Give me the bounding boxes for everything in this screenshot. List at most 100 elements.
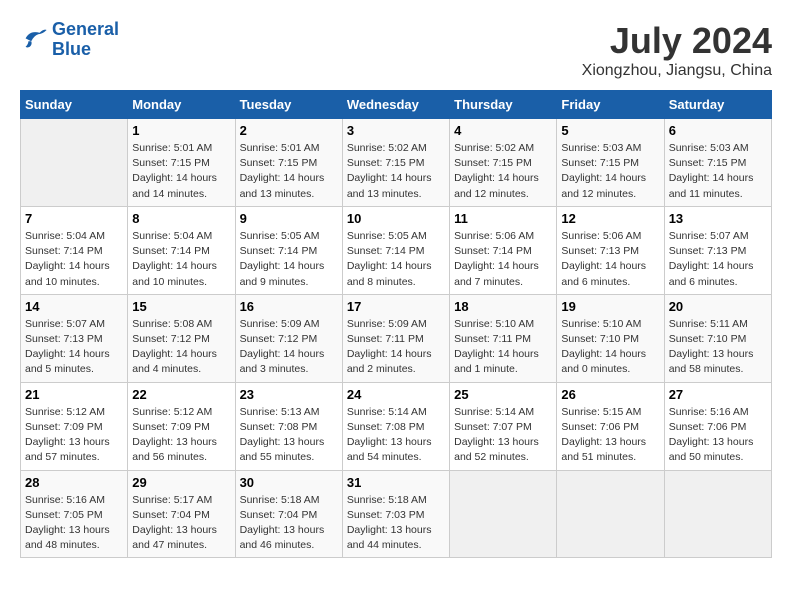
logo-general: General xyxy=(52,19,119,39)
day-info: Sunrise: 5:11 AMSunset: 7:10 PMDaylight:… xyxy=(669,317,767,378)
column-header-sunday: Sunday xyxy=(21,91,128,119)
column-header-saturday: Saturday xyxy=(664,91,771,119)
day-info: Sunrise: 5:04 AMSunset: 7:14 PMDaylight:… xyxy=(25,229,123,290)
day-cell: 4Sunrise: 5:02 AMSunset: 7:15 PMDaylight… xyxy=(450,119,557,207)
day-cell: 29Sunrise: 5:17 AMSunset: 7:04 PMDayligh… xyxy=(128,470,235,558)
day-info: Sunrise: 5:16 AMSunset: 7:06 PMDaylight:… xyxy=(669,405,767,466)
day-cell: 21Sunrise: 5:12 AMSunset: 7:09 PMDayligh… xyxy=(21,382,128,470)
day-info: Sunrise: 5:09 AMSunset: 7:11 PMDaylight:… xyxy=(347,317,445,378)
day-cell xyxy=(450,470,557,558)
day-number: 28 xyxy=(25,475,123,490)
day-info: Sunrise: 5:05 AMSunset: 7:14 PMDaylight:… xyxy=(240,229,338,290)
day-number: 1 xyxy=(132,123,230,138)
day-number: 16 xyxy=(240,299,338,314)
calendar-body: 1 Sunrise: 5:01 AMSunset: 7:15 PMDaylight… xyxy=(21,119,772,558)
day-cell: 14Sunrise: 5:07 AMSunset: 7:13 PMDayligh… xyxy=(21,294,128,382)
day-cell: 20 Sunrise: 5:11 AMSunset: 7:10 PMDayligh… xyxy=(664,294,771,382)
day-cell xyxy=(21,119,128,207)
day-info: Sunrise: 5:04 AMSunset: 7:14 PMDaylight:… xyxy=(132,229,230,290)
logo-bird-icon xyxy=(20,23,48,51)
day-number: 27 xyxy=(669,387,767,402)
column-header-monday: Monday xyxy=(128,91,235,119)
day-info: Sunrise: 5:18 AMSunset: 7:04 PMDaylight:… xyxy=(240,493,338,554)
day-number: 17 xyxy=(347,299,445,314)
day-number: 5 xyxy=(561,123,659,138)
day-cell: 26 Sunrise: 5:15 AMSunset: 7:06 PMDayligh… xyxy=(557,382,664,470)
day-number: 29 xyxy=(132,475,230,490)
day-number: 7 xyxy=(25,211,123,226)
day-info: Sunrise: 5:18 AMSunset: 7:03 PMDaylight:… xyxy=(347,493,445,554)
day-info: Sunrise: 5:14 AMSunset: 7:08 PMDaylight:… xyxy=(347,405,445,466)
day-cell: 24 Sunrise: 5:14 AMSunset: 7:08 PMDayligh… xyxy=(342,382,449,470)
day-info: Sunrise: 5:16 AMSunset: 7:05 PMDaylight:… xyxy=(25,493,123,554)
day-number: 2 xyxy=(240,123,338,138)
calendar-header: SundayMondayTuesdayWednesdayThursdayFrid… xyxy=(21,91,772,119)
day-info: Sunrise: 5:14 AMSunset: 7:07 PMDaylight:… xyxy=(454,405,552,466)
column-header-thursday: Thursday xyxy=(450,91,557,119)
day-number: 11 xyxy=(454,211,552,226)
day-info: Sunrise: 5:06 AMSunset: 7:14 PMDaylight:… xyxy=(454,229,552,290)
day-number: 4 xyxy=(454,123,552,138)
day-info: Sunrise: 5:05 AMSunset: 7:14 PMDaylight:… xyxy=(347,229,445,290)
logo: General Blue xyxy=(20,20,119,60)
day-number: 20 xyxy=(669,299,767,314)
day-number: 10 xyxy=(347,211,445,226)
day-info: Sunrise: 5:10 AMSunset: 7:10 PMDaylight:… xyxy=(561,317,659,378)
day-cell: 19 Sunrise: 5:10 AMSunset: 7:10 PMDayligh… xyxy=(557,294,664,382)
day-cell: 13 Sunrise: 5:07 AMSunset: 7:13 PMDayligh… xyxy=(664,206,771,294)
day-info: Sunrise: 5:01 AMSunset: 7:15 PMDaylight:… xyxy=(240,141,338,202)
day-number: 8 xyxy=(132,211,230,226)
day-number: 24 xyxy=(347,387,445,402)
day-number: 31 xyxy=(347,475,445,490)
day-info: Sunrise: 5:06 AMSunset: 7:13 PMDaylight:… xyxy=(561,229,659,290)
day-cell: 28 Sunrise: 5:16 AMSunset: 7:05 PMDayligh… xyxy=(21,470,128,558)
day-number: 19 xyxy=(561,299,659,314)
day-number: 26 xyxy=(561,387,659,402)
day-info: Sunrise: 5:03 AMSunset: 7:15 PMDaylight:… xyxy=(561,141,659,202)
day-number: 18 xyxy=(454,299,552,314)
day-cell: 18Sunrise: 5:10 AMSunset: 7:11 PMDayligh… xyxy=(450,294,557,382)
day-cell: 16 Sunrise: 5:09 AMSunset: 7:12 PMDayligh… xyxy=(235,294,342,382)
day-cell: 10 Sunrise: 5:05 AMSunset: 7:14 PMDayligh… xyxy=(342,206,449,294)
page-header: General Blue July 2024 Xiongzhou, Jiangs… xyxy=(20,20,772,80)
day-number: 6 xyxy=(669,123,767,138)
week-row-1: 1 Sunrise: 5:01 AMSunset: 7:15 PMDaylight… xyxy=(21,119,772,207)
header-row: SundayMondayTuesdayWednesdayThursdayFrid… xyxy=(21,91,772,119)
day-cell: 3 Sunrise: 5:02 AMSunset: 7:15 PMDaylight… xyxy=(342,119,449,207)
week-row-4: 21 Sunrise: 5:12 AMSunset: 7:09 PMDayligh… xyxy=(21,382,772,470)
day-number: 21 xyxy=(25,387,123,402)
calendar-title: July 2024 xyxy=(582,20,772,62)
day-info: Sunrise: 5:07 AMSunset: 7:13 PMDaylight:… xyxy=(25,317,123,378)
calendar-table: SundayMondayTuesdayWednesdayThursdayFrid… xyxy=(20,90,772,558)
day-info: Sunrise: 5:07 AMSunset: 7:13 PMDaylight:… xyxy=(669,229,767,290)
day-cell: 1 Sunrise: 5:01 AMSunset: 7:15 PMDaylight… xyxy=(128,119,235,207)
column-header-wednesday: Wednesday xyxy=(342,91,449,119)
day-cell: 6 Sunrise: 5:03 AMSunset: 7:15 PMDaylight… xyxy=(664,119,771,207)
day-cell: 12 Sunrise: 5:06 AMSunset: 7:13 PMDayligh… xyxy=(557,206,664,294)
day-info: Sunrise: 5:09 AMSunset: 7:12 PMDaylight:… xyxy=(240,317,338,378)
day-cell: 30Sunrise: 5:18 AMSunset: 7:04 PMDayligh… xyxy=(235,470,342,558)
day-info: Sunrise: 5:03 AMSunset: 7:15 PMDaylight:… xyxy=(669,141,767,202)
day-cell: 22Sunrise: 5:12 AMSunset: 7:09 PMDayligh… xyxy=(128,382,235,470)
day-number: 3 xyxy=(347,123,445,138)
day-info: Sunrise: 5:12 AMSunset: 7:09 PMDaylight:… xyxy=(132,405,230,466)
day-cell: 11 Sunrise: 5:06 AMSunset: 7:14 PMDayligh… xyxy=(450,206,557,294)
day-number: 13 xyxy=(669,211,767,226)
logo-text: General Blue xyxy=(52,20,119,60)
day-cell: 31 Sunrise: 5:18 AMSunset: 7:03 PMDayligh… xyxy=(342,470,449,558)
day-info: Sunrise: 5:01 AMSunset: 7:15 PMDaylight:… xyxy=(132,141,230,202)
day-cell xyxy=(664,470,771,558)
day-cell: 2 Sunrise: 5:01 AMSunset: 7:15 PMDaylight… xyxy=(235,119,342,207)
week-row-3: 14Sunrise: 5:07 AMSunset: 7:13 PMDayligh… xyxy=(21,294,772,382)
day-number: 12 xyxy=(561,211,659,226)
day-info: Sunrise: 5:02 AMSunset: 7:15 PMDaylight:… xyxy=(347,141,445,202)
day-cell xyxy=(557,470,664,558)
day-cell: 5 Sunrise: 5:03 AMSunset: 7:15 PMDaylight… xyxy=(557,119,664,207)
day-number: 15 xyxy=(132,299,230,314)
day-cell: 27 Sunrise: 5:16 AMSunset: 7:06 PMDayligh… xyxy=(664,382,771,470)
day-number: 23 xyxy=(240,387,338,402)
day-info: Sunrise: 5:15 AMSunset: 7:06 PMDaylight:… xyxy=(561,405,659,466)
week-row-2: 7 Sunrise: 5:04 AMSunset: 7:14 PMDaylight… xyxy=(21,206,772,294)
column-header-tuesday: Tuesday xyxy=(235,91,342,119)
day-cell: 8 Sunrise: 5:04 AMSunset: 7:14 PMDaylight… xyxy=(128,206,235,294)
